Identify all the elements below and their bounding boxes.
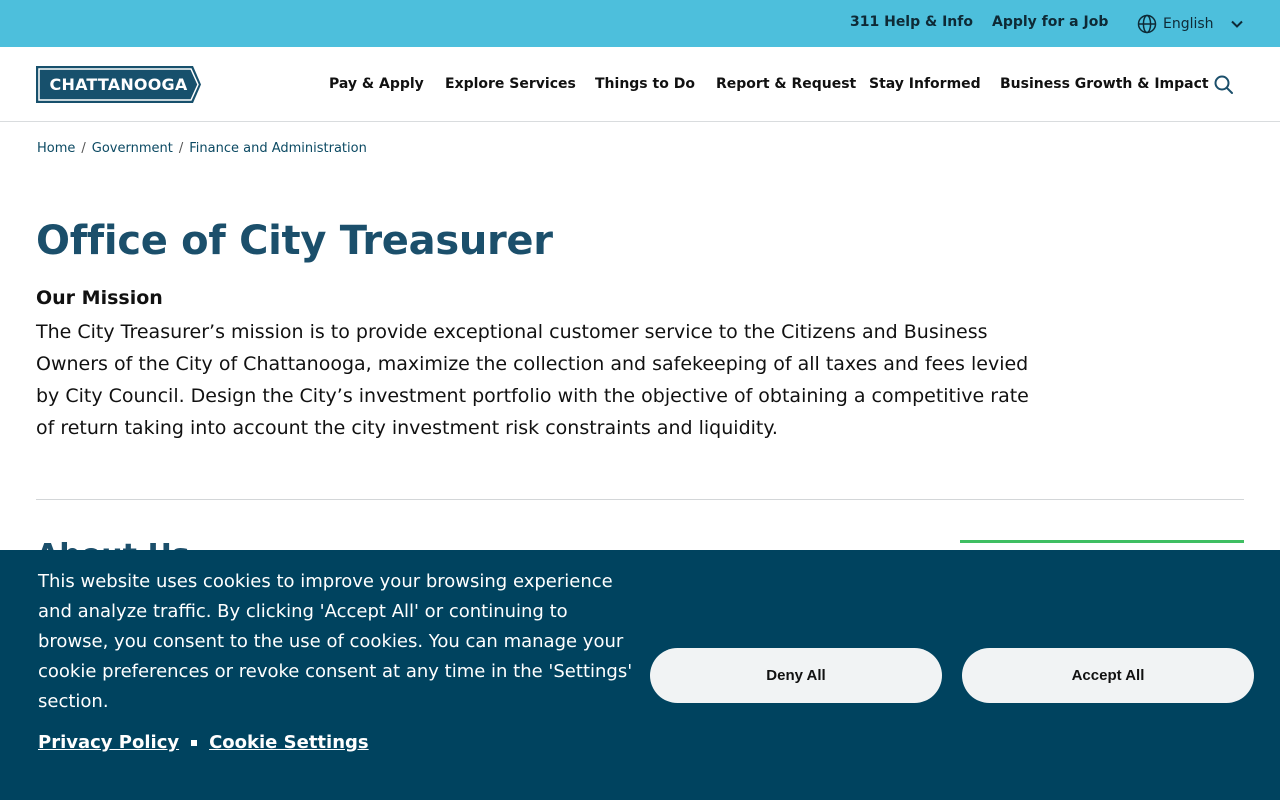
nav-things-to-do[interactable]: Things to Do — [595, 76, 695, 92]
utility-bar: 311 Help & Info Apply for a Job English — [0, 0, 1280, 47]
nav-report-request[interactable]: Report & Request — [716, 76, 856, 92]
accept-all-button[interactable]: Accept All — [962, 648, 1254, 703]
search-icon[interactable] — [1213, 74, 1235, 96]
breadcrumb: Home / Government / Finance and Administ… — [37, 141, 367, 156]
apply-job-link[interactable]: Apply for a Job — [992, 14, 1108, 30]
breadcrumb-separator: / — [81, 141, 86, 156]
nav-stay-informed[interactable]: Stay Informed — [869, 76, 981, 92]
mission-text: The City Treasurer’s mission is to provi… — [36, 321, 1029, 439]
link-separator — [191, 739, 198, 746]
nav-explore-services[interactable]: Explore Services — [445, 76, 576, 92]
language-selector[interactable]: English — [1137, 13, 1244, 35]
chattanooga-logo[interactable]: CHATTANOOGA — [36, 66, 201, 103]
nav-business-growth[interactable]: Business Growth & Impact — [1000, 76, 1209, 92]
chevron-down-icon — [1230, 17, 1244, 31]
page-title: Office of City Treasurer — [36, 218, 553, 264]
logo-text: CHATTANOOGA — [49, 75, 188, 94]
breadcrumb-separator: / — [178, 141, 184, 156]
cookie-links: Privacy Policy Cookie Settings — [38, 732, 369, 753]
deny-all-button[interactable]: Deny All — [650, 648, 942, 703]
cookie-banner: This website uses cookies to improve you… — [0, 550, 1280, 800]
globe-icon — [1137, 14, 1157, 34]
breadcrumb-finance-administration[interactable]: Finance and Administration — [189, 141, 367, 156]
site-header: CHATTANOOGA Pay & Apply Explore Services… — [0, 47, 1280, 122]
privacy-policy-link[interactable]: Privacy Policy — [38, 732, 179, 753]
section-divider — [36, 499, 1244, 500]
nav-pay-apply[interactable]: Pay & Apply — [329, 76, 424, 92]
breadcrumb-home[interactable]: Home — [37, 141, 75, 156]
mission-heading: Our Mission — [36, 287, 163, 309]
cookie-settings-link[interactable]: Cookie Settings — [209, 732, 369, 753]
cookie-message: This website uses cookies to improve you… — [38, 571, 633, 712]
help-info-link[interactable]: 311 Help & Info — [850, 14, 973, 30]
side-card-accent — [960, 540, 1244, 543]
breadcrumb-government[interactable]: Government — [92, 141, 173, 156]
language-label: English — [1163, 16, 1214, 32]
